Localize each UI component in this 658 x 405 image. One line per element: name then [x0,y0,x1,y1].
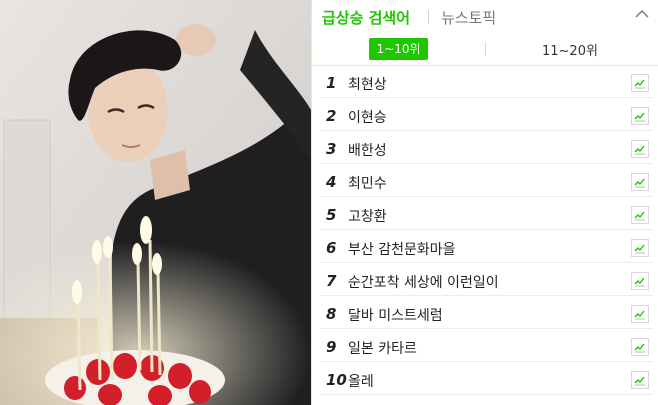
list-item[interactable]: 1 최현상 [320,68,653,98]
trend-chart-icon[interactable] [631,140,649,158]
trending-panel: 급상승 검색어 뉴스토픽 1~10위 11~20위 1 최현상 2 이현승 3 … [311,0,658,405]
rank-number: 1 [326,74,337,92]
rank-number: 7 [326,272,337,290]
keyword-link[interactable]: 배한성 [348,140,387,160]
range-divider [485,42,486,56]
trend-chart-icon[interactable] [631,107,649,125]
list-item[interactable]: 7 순간포착 세상에 이런일이 [320,266,653,296]
keyword-link[interactable]: 달바 미스트세럼 [348,305,443,325]
header-divider [428,10,429,24]
keyword-link[interactable]: 올레 [348,371,374,391]
rank-number: 10 [326,371,347,389]
rank-range-tabs: 1~10위 11~20위 [312,34,658,66]
rank-number: 4 [326,173,337,191]
trend-chart-icon[interactable] [631,173,649,191]
list-item[interactable]: 10 올레 [320,365,653,395]
range-tab-11-20[interactable]: 11~20위 [542,40,598,59]
rank-number: 8 [326,305,337,323]
list-item[interactable]: 5 고창환 [320,200,653,230]
photo [0,0,311,405]
list-item[interactable]: 2 이현승 [320,101,653,131]
keyword-link[interactable]: 순간포착 세상에 이런일이 [348,272,499,292]
trend-chart-icon[interactable] [631,206,649,224]
rank-number: 3 [326,140,337,158]
keyword-link[interactable]: 이현승 [348,107,387,127]
rank-number: 6 [326,239,337,257]
range-tab-1-10[interactable]: 1~10위 [369,38,428,60]
keyword-link[interactable]: 최민수 [348,173,387,193]
tab-rising-searches[interactable]: 급상승 검색어 [322,7,410,28]
panel-header: 급상승 검색어 뉴스토픽 [312,0,658,32]
trend-chart-icon[interactable] [631,239,649,257]
trend-chart-icon[interactable] [631,272,649,290]
list-item[interactable]: 9 일본 카타르 [320,332,653,362]
chevron-up-icon[interactable] [631,4,653,24]
keyword-link[interactable]: 고창환 [348,206,387,226]
tab-news-topics[interactable]: 뉴스토픽 [441,7,496,28]
list-item[interactable]: 6 부산 감천문화마을 [320,233,653,263]
keyword-link[interactable]: 일본 카타르 [348,338,417,358]
keyword-link[interactable]: 최현상 [348,74,387,94]
rank-number: 5 [326,206,337,224]
trend-chart-icon[interactable] [631,305,649,323]
man-with-birthday-cake-image [0,0,311,405]
trend-chart-icon[interactable] [631,74,649,92]
trend-chart-icon[interactable] [631,338,649,356]
rank-number: 2 [326,107,337,125]
list-item[interactable]: 8 달바 미스트세럼 [320,299,653,329]
list-item[interactable]: 3 배한성 [320,134,653,164]
trend-chart-icon[interactable] [631,371,649,389]
list-item[interactable]: 4 최민수 [320,167,653,197]
rank-number: 9 [326,338,337,356]
keyword-link[interactable]: 부산 감천문화마을 [348,239,456,259]
